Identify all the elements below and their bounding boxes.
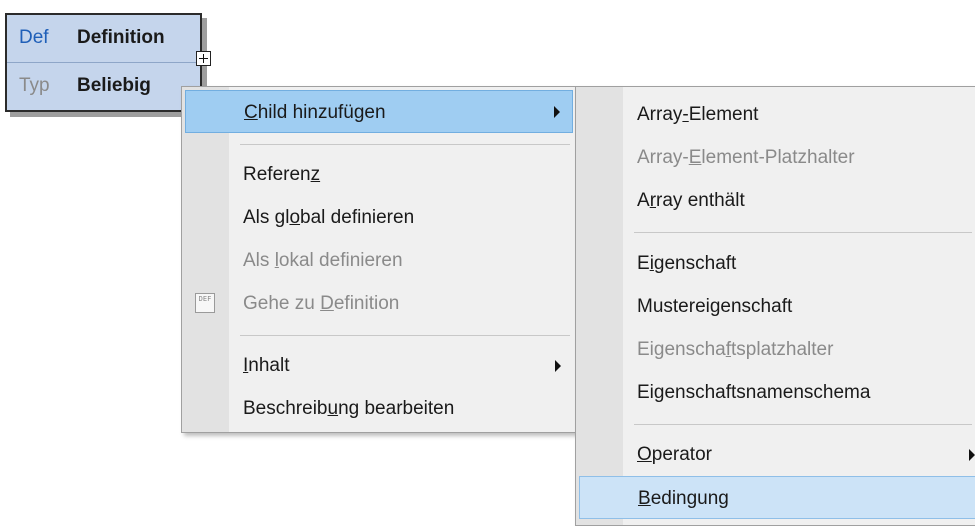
node-row-def: Def Definition xyxy=(7,15,200,63)
submenu-item-array-contains[interactable]: Array enthält xyxy=(579,179,975,222)
goto-definition-icon: DEF xyxy=(195,293,215,313)
node-key-typ: Typ xyxy=(19,75,50,96)
menu-item-reference[interactable]: Referenz xyxy=(185,153,573,196)
menu-separator xyxy=(634,424,972,425)
submenu-item-array-element[interactable]: Array-Element xyxy=(579,93,975,136)
node-key-def: Def xyxy=(19,27,49,48)
add-child-submenu: Array-Element Array-Element-Platzhalter … xyxy=(575,86,975,526)
menu-separator xyxy=(240,335,570,336)
submenu-arrow-icon xyxy=(969,448,975,461)
submenu-item-property-name-schema[interactable]: Eigenschaftsnamenschema xyxy=(579,371,975,414)
node-value-definition: Definition xyxy=(77,27,165,48)
submenu-arrow-icon xyxy=(555,359,561,372)
submenu-item-property-placeholder[interactable]: Eigenschaftsplatzhalter xyxy=(579,328,975,371)
menu-separator xyxy=(634,232,972,233)
node-value-type: Beliebig xyxy=(77,75,151,96)
expand-plus-icon[interactable] xyxy=(196,51,211,66)
submenu-item-pattern-property[interactable]: Mustereigenschaft xyxy=(579,285,975,328)
submenu-item-condition[interactable]: Bedingung xyxy=(579,476,975,519)
submenu-arrow-icon xyxy=(554,105,560,118)
submenu-item-property[interactable]: Eigenschaft xyxy=(579,242,975,285)
context-menu: Child hinzufügen Referenz Als global def… xyxy=(181,86,577,433)
menu-item-content[interactable]: Inhalt xyxy=(185,344,573,387)
submenu-item-operator[interactable]: Operator xyxy=(579,433,975,476)
menu-item-goto-definition[interactable]: DEF Gehe zu Definition xyxy=(185,282,573,325)
definition-node[interactable]: Def Definition Typ Beliebig xyxy=(5,13,202,112)
submenu-item-array-element-placeholder[interactable]: Array-Element-Platzhalter xyxy=(579,136,975,179)
menu-item-define-local[interactable]: Als lokal definieren xyxy=(185,239,573,282)
menu-item-edit-description[interactable]: Beschreibung bearbeiten xyxy=(185,387,573,430)
menu-item-add-child[interactable]: Child hinzufügen xyxy=(185,90,573,133)
menu-item-define-global[interactable]: Als global definieren xyxy=(185,196,573,239)
menu-separator xyxy=(240,144,570,145)
node-row-typ: Typ Beliebig xyxy=(7,63,200,110)
